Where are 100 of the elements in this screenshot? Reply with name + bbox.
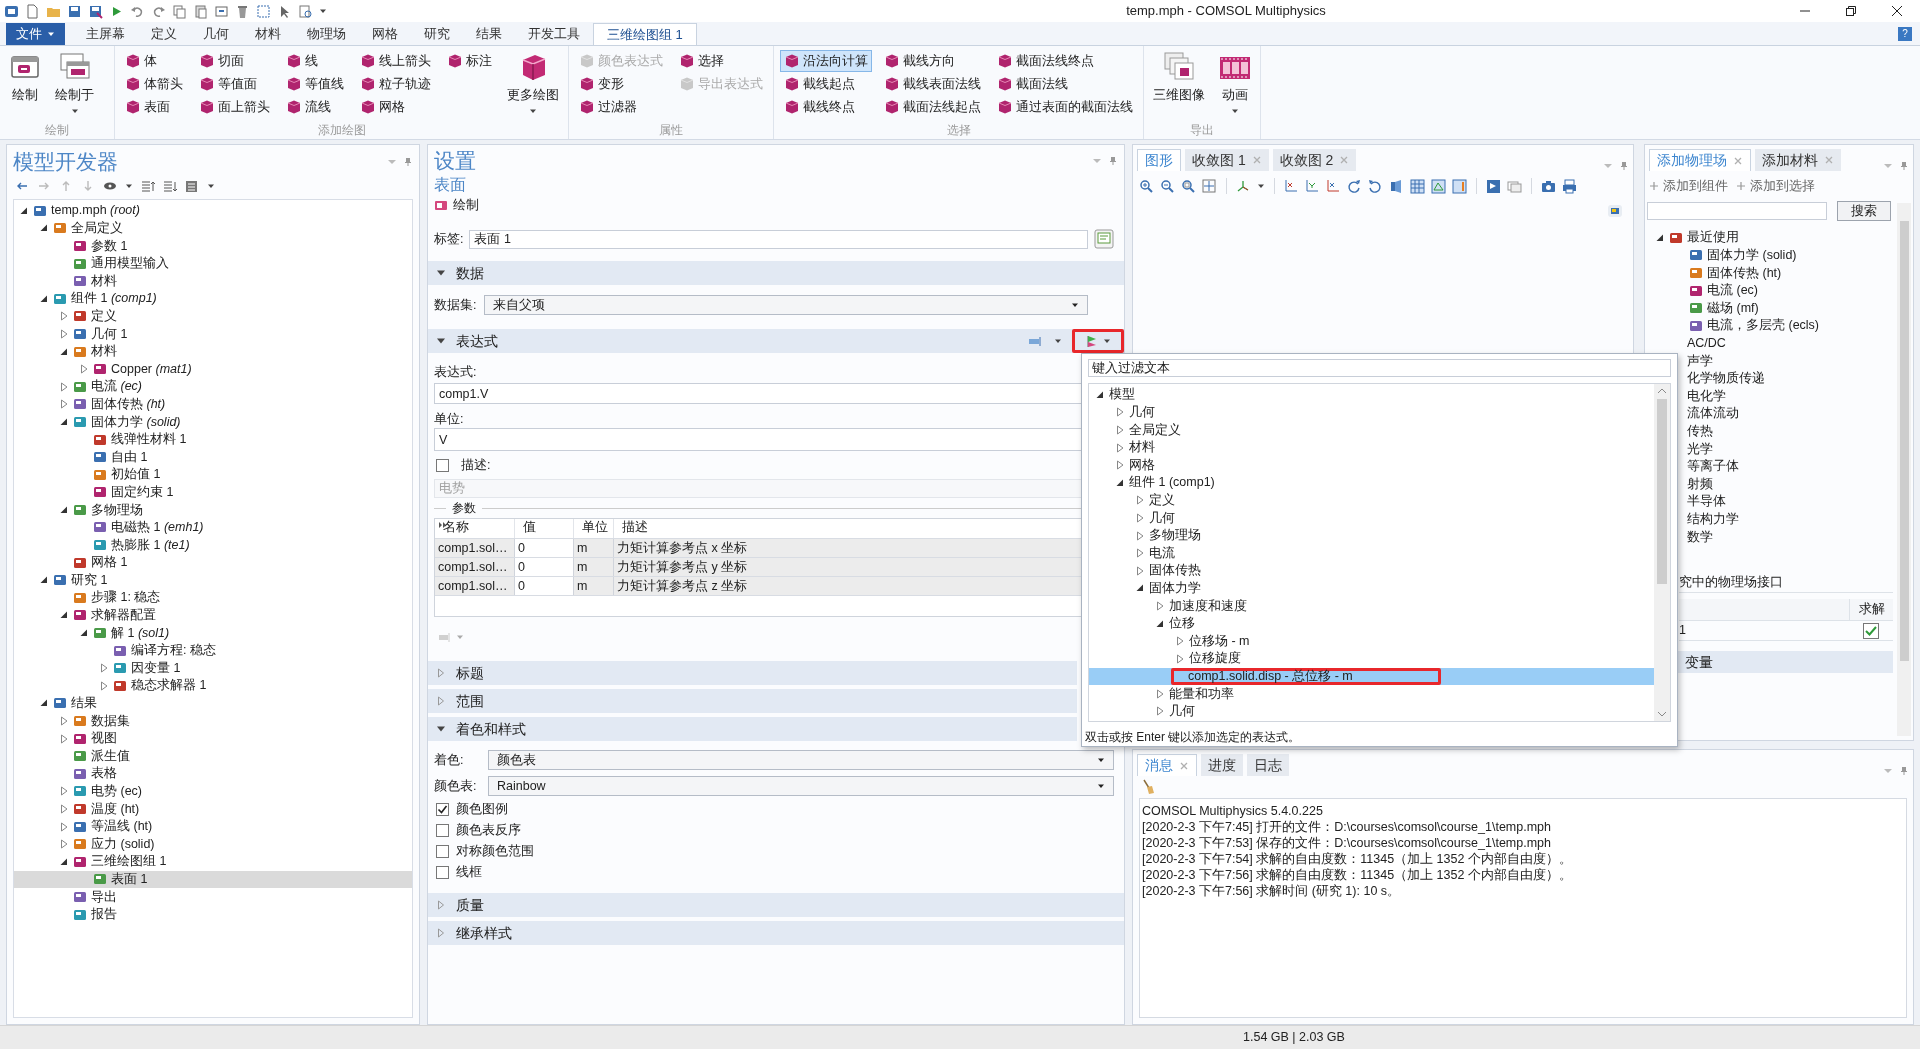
panel-tab[interactable]: 日志 — [1247, 754, 1289, 776]
tree-item[interactable]: 通用模型输入 — [14, 254, 412, 273]
collapsed-triangle-icon[interactable] — [59, 381, 69, 392]
new-file-icon[interactable] — [25, 3, 40, 19]
ribbon-button[interactable]: 选择 — [675, 50, 767, 72]
checkbox[interactable] — [436, 845, 449, 858]
tree-item[interactable]: 网格 1 — [14, 553, 412, 572]
tree-item[interactable]: 应力 (solid) — [14, 835, 412, 853]
tree-item[interactable]: 参数 1 — [14, 237, 412, 255]
expanded-triangle-icon[interactable] — [59, 856, 69, 867]
tree-item[interactable]: 全局定义 — [14, 219, 412, 238]
collapsed-triangle-icon[interactable] — [436, 928, 446, 938]
collapsed-triangle-icon[interactable] — [59, 328, 69, 339]
tree-item[interactable]: 多物理场 — [1089, 526, 1654, 545]
yz-view-icon[interactable] — [1305, 178, 1320, 194]
collapsed-triangle-icon[interactable] — [1175, 653, 1185, 664]
close-icon[interactable] — [1733, 155, 1743, 166]
tree-item[interactable]: 因变量 1 — [14, 659, 412, 678]
close-icon[interactable] — [1339, 155, 1350, 165]
ribbon-button[interactable]: 标注 — [443, 50, 496, 72]
expanded-triangle-icon[interactable] — [39, 575, 49, 586]
add-button[interactable]: 添加到组件 — [1649, 176, 1728, 196]
collapsed-triangle-icon[interactable] — [436, 668, 446, 678]
section-header[interactable]: 继承样式 — [428, 921, 1124, 945]
collapsed-triangle-icon[interactable] — [436, 900, 446, 910]
ribbon-button[interactable]: 等值线 — [282, 73, 348, 95]
ribbon-button[interactable]: 流线 — [282, 96, 348, 118]
transparency-icon[interactable] — [1486, 178, 1501, 194]
copy-icon[interactable] — [172, 3, 187, 19]
tree-item[interactable]: 温度 (ht) — [14, 800, 412, 818]
duplicate-icon[interactable] — [214, 3, 229, 19]
tree-item[interactable]: 报告 — [14, 905, 412, 924]
scrollbar[interactable] — [1897, 203, 1911, 736]
collapsed-triangle-icon[interactable] — [1115, 442, 1125, 453]
ribbon-button[interactable]: 过滤器 — [575, 96, 667, 118]
collapsed-triangle-icon[interactable] — [1135, 530, 1145, 541]
scrollbar[interactable] — [1654, 384, 1670, 721]
ribbon-tab[interactable]: 定义 — [138, 23, 190, 45]
ribbon-tab[interactable]: 结果 — [463, 23, 515, 45]
ribbon-tab[interactable]: 三维绘图组 1 — [593, 23, 697, 45]
collapsed-triangle-icon[interactable] — [1115, 460, 1125, 471]
section-header[interactable]: 质量 — [428, 893, 1124, 917]
add-button[interactable]: 添加到选择 — [1736, 176, 1815, 196]
tree-item[interactable]: 表格 — [14, 765, 412, 783]
tree-item[interactable]: 解 1 (sol1) — [14, 624, 412, 642]
ribbon-button[interactable]: 等值面 — [195, 73, 274, 95]
tree-item[interactable]: 全局定义 — [1089, 421, 1654, 439]
ribbon-big-button[interactable]: 动画 — [1216, 50, 1254, 121]
expanded-triangle-icon[interactable] — [59, 346, 69, 357]
collapsed-triangle-icon[interactable] — [59, 839, 69, 850]
dataset-select[interactable]: 来自父项 — [484, 295, 1088, 315]
legend-view-icon[interactable] — [1452, 178, 1467, 194]
tree-item[interactable]: 视图 — [14, 729, 412, 748]
ribbon-button[interactable]: 截面法线终点 — [993, 50, 1137, 72]
tree-item[interactable]: 材料 — [14, 272, 412, 290]
expanded-triangle-icon[interactable] — [39, 223, 49, 234]
insert-expression-button[interactable] — [1072, 329, 1124, 353]
checkbox[interactable] — [436, 803, 449, 816]
tree-item[interactable]: 固定约束 1 — [14, 483, 412, 502]
section-header[interactable]: 着色和样式 — [428, 717, 1077, 741]
file-menu-tab[interactable]: 文件 — [6, 23, 65, 45]
tree-item[interactable]: 最近使用 — [1645, 229, 1893, 247]
ribbon-button[interactable]: 截面法线 — [993, 73, 1137, 95]
tree-item[interactable]: 派生值 — [14, 747, 412, 765]
tree-item[interactable]: 电流，多层壳 (ecls) — [1645, 316, 1893, 335]
ribbon-button[interactable]: 线上箭头 — [356, 50, 435, 72]
tree-item[interactable]: 步骤 1: 稳态 — [14, 589, 412, 607]
pin-icon[interactable] — [403, 157, 413, 167]
panel-tab[interactable]: 消息 — [1137, 754, 1197, 776]
tree-item[interactable]: 材料 — [1089, 438, 1654, 457]
tree-item[interactable]: 稳态求解器 1 — [14, 677, 412, 695]
collapsed-triangle-icon[interactable] — [1155, 706, 1165, 717]
scroll-up-icon[interactable] — [1657, 387, 1667, 395]
help-button[interactable]: ? — [1898, 27, 1912, 41]
expanded-triangle-icon[interactable] — [59, 416, 69, 427]
close-icon[interactable] — [1251, 155, 1262, 165]
collapsed-triangle-icon[interactable] — [59, 733, 69, 744]
ribbon-big-button[interactable]: 绘制 — [6, 50, 44, 121]
panel-tab[interactable]: 收敛图 2 — [1272, 149, 1357, 171]
tree-item[interactable]: 电流 (ec) — [14, 377, 412, 396]
expanded-triangle-icon[interactable] — [1115, 477, 1125, 488]
close-icon[interactable] — [1824, 155, 1834, 165]
tree-item[interactable]: 位移 — [1089, 614, 1654, 633]
printer-icon[interactable] — [1562, 178, 1577, 194]
collapsed-triangle-icon[interactable] — [59, 399, 69, 410]
caret-icon[interactable] — [1257, 182, 1265, 190]
tree-item[interactable]: 网格 — [1089, 456, 1654, 474]
pin-icon[interactable] — [1619, 161, 1629, 171]
tree-item[interactable]: 几何 1 — [14, 325, 412, 343]
tree-item[interactable]: 数据集 — [14, 712, 412, 730]
ribbon-big-button[interactable]: 绘制于 — [52, 50, 97, 121]
expanded-triangle-icon[interactable] — [436, 268, 446, 278]
reset-rotation-icon[interactable] — [1368, 178, 1383, 194]
checkbox[interactable] — [436, 866, 449, 879]
panel-tab[interactable]: 图形 — [1137, 149, 1181, 171]
tree-item[interactable]: comp1.solid.disp - 总位移 - m — [1089, 667, 1654, 686]
tree-item[interactable]: 固体力学 (solid) — [1645, 246, 1893, 265]
tree-item[interactable]: 磁场 (mf) — [1645, 299, 1893, 317]
notes-icon[interactable] — [1094, 229, 1114, 249]
collapsed-triangle-icon[interactable] — [59, 786, 69, 797]
